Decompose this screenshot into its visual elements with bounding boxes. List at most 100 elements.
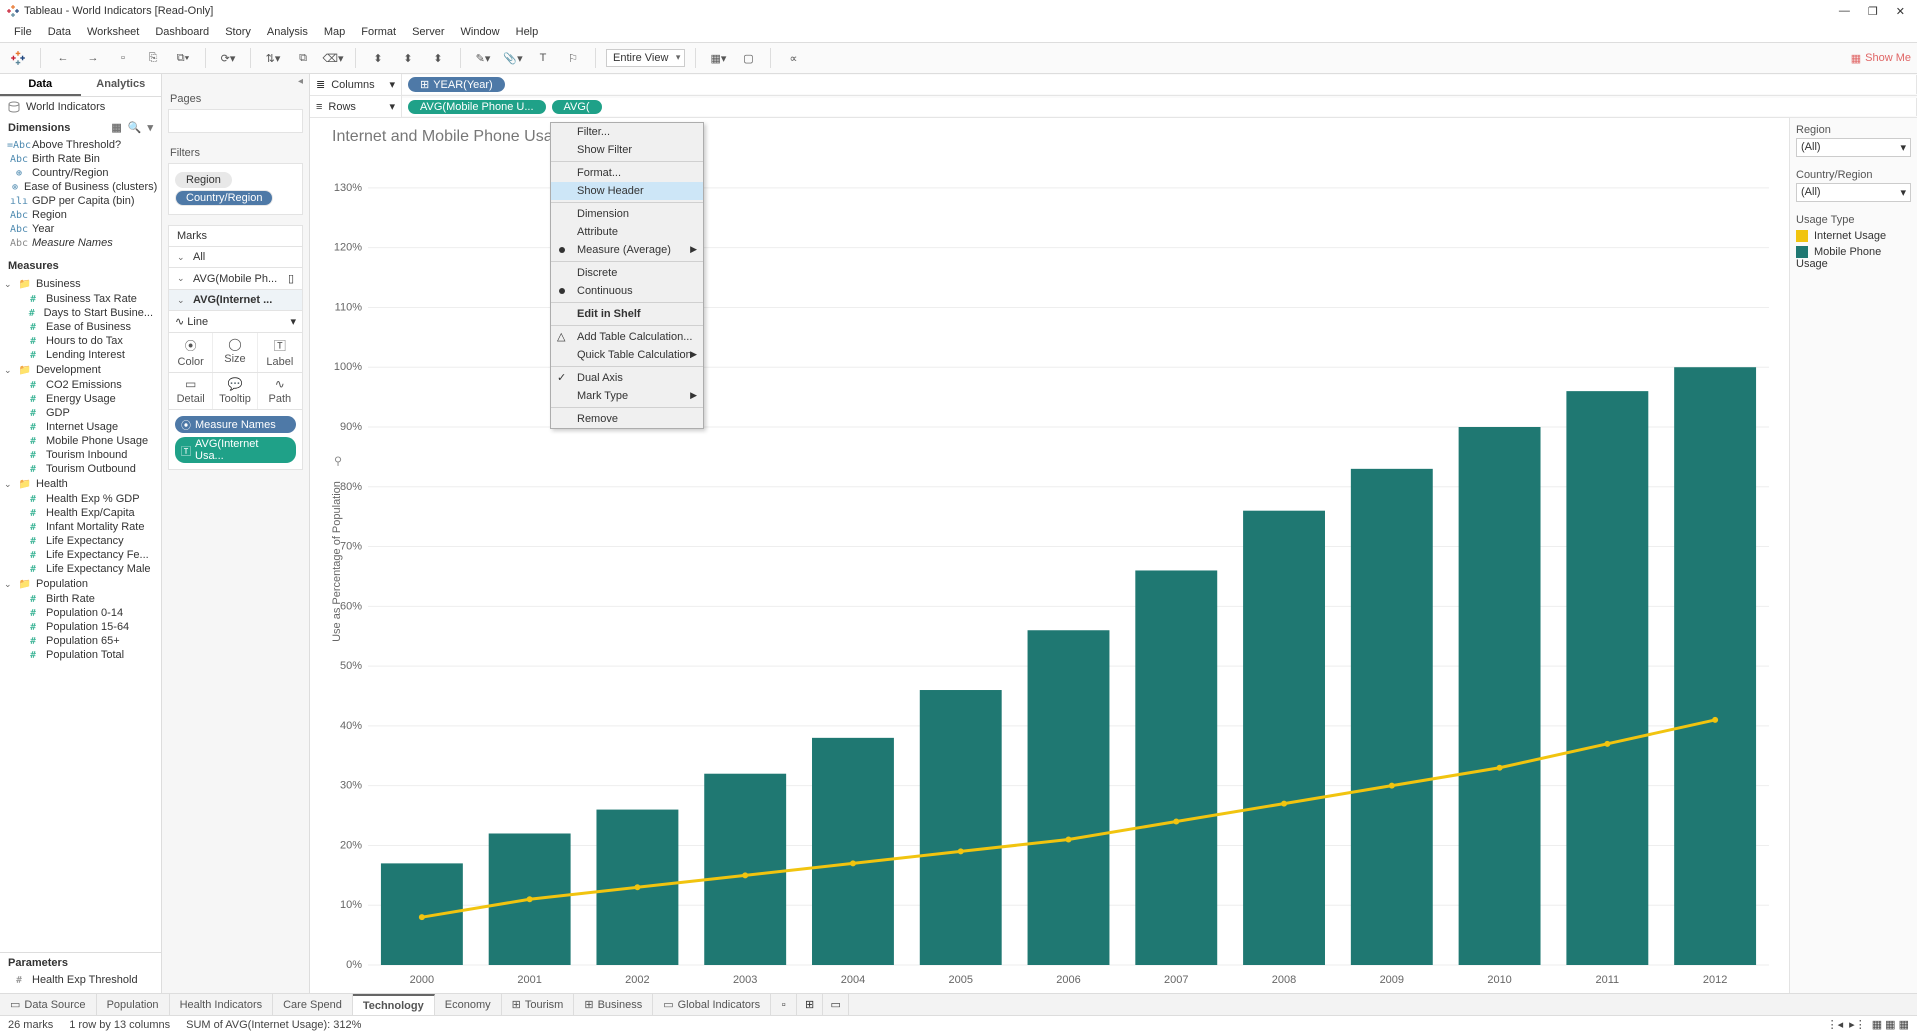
mark-pill-avg-internet[interactable]: 🅃AVG(Internet Usa... — [175, 437, 296, 463]
region-filter-select[interactable]: (All)▾ — [1796, 138, 1911, 157]
measure-health-exp-capita[interactable]: #Health Exp/Capita — [0, 506, 161, 520]
ctx-dual-axis[interactable]: ✓Dual Axis — [551, 369, 703, 387]
close-button[interactable]: ✕ — [1896, 5, 1905, 18]
menu-file[interactable]: File — [6, 24, 40, 40]
tab-care-spend[interactable]: Care Spend — [273, 994, 353, 1015]
ctx-edit-in-shelf[interactable]: Edit in Shelf — [551, 305, 703, 323]
rows-shelf[interactable]: ≡Rows▾ AVG(Mobile Phone U... AVG( — [310, 96, 1917, 118]
ctx-remove[interactable]: Remove — [551, 410, 703, 428]
new-sheet-button[interactable]: ▫ — [771, 994, 797, 1015]
dim-region[interactable]: AbcRegion — [0, 208, 161, 222]
redo-icon[interactable]: → — [81, 46, 105, 70]
menu-server[interactable]: Server — [404, 24, 452, 40]
ctx-show-header[interactable]: Show Header — [551, 182, 703, 200]
tab-health-indicators[interactable]: Health Indicators — [170, 994, 274, 1015]
menu-help[interactable]: Help — [508, 24, 547, 40]
filter-pill-country[interactable]: Country/Region — [175, 190, 296, 206]
datasource-row[interactable]: World Indicators — [0, 97, 161, 117]
pages-shelf[interactable] — [168, 109, 303, 133]
sort-asc-icon[interactable]: ⬍ — [366, 46, 390, 70]
row-pill-avg-internet[interactable]: AVG( — [552, 100, 602, 114]
tab-global-indicators[interactable]: ▭ Global Indicators — [653, 994, 771, 1015]
measure-life-expectancy[interactable]: #Life Expectancy — [0, 534, 161, 548]
menu-format[interactable]: Format — [353, 24, 404, 40]
tab-technology[interactable]: Technology — [353, 994, 435, 1015]
new-worksheet-icon[interactable]: ⧉▾ — [171, 46, 195, 70]
labels-icon[interactable]: T — [531, 46, 555, 70]
measure-mobile-phone-usage[interactable]: #Mobile Phone Usage — [0, 434, 161, 448]
ctx-attribute[interactable]: Attribute — [551, 223, 703, 241]
row-pill-avg-mobile[interactable]: AVG(Mobile Phone U... — [408, 100, 546, 114]
new-datasource-icon[interactable]: ⎘ — [141, 46, 165, 70]
measure-group-health[interactable]: ⌄📁Health — [0, 476, 161, 492]
new-story-button[interactable]: ▭ — [823, 994, 849, 1015]
measure-ease-of-business[interactable]: #Ease of Business — [0, 320, 161, 334]
refresh-icon[interactable]: ⟳▾ — [216, 46, 240, 70]
measure-group-development[interactable]: ⌄📁Development — [0, 362, 161, 378]
cards-icon[interactable]: ▦▾ — [706, 46, 730, 70]
chart-view[interactable]: 0%10%20%30%40%50%60%70%80%90%100%110%120… — [328, 152, 1779, 993]
marks-type-select[interactable]: ∿ Line▾ — [168, 311, 303, 333]
menu-data[interactable]: Data — [40, 24, 79, 40]
menu-analysis[interactable]: Analysis — [259, 24, 316, 40]
dim-ease-business[interactable]: ⊚Ease of Business (clusters) — [0, 180, 161, 194]
mark-pill-measure-names[interactable]: ⦿Measure Names — [175, 416, 296, 433]
save-icon[interactable]: ▫ — [111, 46, 135, 70]
measure-life-expectancy-male[interactable]: #Life Expectancy Male — [0, 562, 161, 576]
menu-map[interactable]: Map — [316, 24, 353, 40]
dim-country-region[interactable]: ⊕Country/Region — [0, 166, 161, 180]
ctx-add-table-calculation-[interactable]: △Add Table Calculation... — [551, 328, 703, 346]
marks-path-button[interactable]: ∿Path — [258, 373, 302, 409]
measure-population-15-64[interactable]: #Population 15-64 — [0, 620, 161, 634]
marks-label-button[interactable]: 🅃Label — [258, 333, 302, 372]
ctx-continuous[interactable]: Continuous — [551, 282, 703, 300]
share-icon[interactable]: ∝ — [781, 46, 805, 70]
marks-color-button[interactable]: ⦿Color — [169, 333, 213, 372]
measure-group-business[interactable]: ⌄📁Business — [0, 276, 161, 292]
measure-gdp[interactable]: #GDP — [0, 406, 161, 420]
maximize-button[interactable]: ❐ — [1868, 5, 1878, 18]
legend-internet[interactable]: Internet Usage — [1796, 228, 1911, 244]
marks-all-row[interactable]: ⌄All — [168, 247, 303, 268]
measure-days-to-start-busine-[interactable]: #Days to Start Busine... — [0, 306, 161, 320]
clear-icon[interactable]: ⌫▾ — [321, 46, 345, 70]
view-options-icon[interactable]: ▦ — [111, 121, 121, 134]
measure-population-65-[interactable]: #Population 65+ — [0, 634, 161, 648]
ctx-quick-table-calculation[interactable]: Quick Table Calculation▶ — [551, 346, 703, 364]
marks-detail-button[interactable]: ▭Detail — [169, 373, 213, 409]
measure-tourism-inbound[interactable]: #Tourism Inbound — [0, 448, 161, 462]
tab-population[interactable]: Population — [97, 994, 170, 1015]
filter-pill-region[interactable]: Region — [175, 172, 296, 188]
columns-shelf[interactable]: ≣Columns▾ ⊞YEAR(Year) — [310, 74, 1917, 96]
duplicate-icon[interactable]: ⧉ — [291, 46, 315, 70]
measure-population-total[interactable]: #Population Total — [0, 648, 161, 662]
collapse-pane-icon[interactable]: ◂ — [162, 74, 309, 89]
measure-hours-to-do-tax[interactable]: #Hours to do Tax — [0, 334, 161, 348]
swap-icon[interactable]: ⇅▾ — [261, 46, 285, 70]
new-dashboard-button[interactable]: ⊞ — [797, 994, 823, 1015]
marks-size-button[interactable]: ◯Size — [213, 333, 257, 372]
ctx-discrete[interactable]: Discrete — [551, 264, 703, 282]
measure-birth-rate[interactable]: #Birth Rate — [0, 592, 161, 606]
country-filter-select[interactable]: (All)▾ — [1796, 183, 1911, 202]
marks-tooltip-button[interactable]: 💬Tooltip — [213, 373, 257, 409]
menu-dashboard[interactable]: Dashboard — [147, 24, 217, 40]
status-nav-prev[interactable]: ⋮◂ — [1827, 1018, 1844, 1031]
undo-icon[interactable]: ← — [51, 46, 75, 70]
tableau-home-icon[interactable] — [6, 46, 30, 70]
menu-story[interactable]: Story — [217, 24, 259, 40]
ctx-format-[interactable]: Format... — [551, 164, 703, 182]
menu-icon[interactable]: ▾ — [147, 121, 153, 134]
param-health-exp-threshold[interactable]: #Health Exp Threshold — [0, 973, 161, 987]
dim-measure-names[interactable]: AbcMeasure Names — [0, 236, 161, 250]
menu-window[interactable]: Window — [453, 24, 508, 40]
presentation-icon[interactable]: ▢ — [736, 46, 760, 70]
tab-economy[interactable]: Economy — [435, 994, 502, 1015]
ctx-measure-average-[interactable]: Measure (Average)▶ — [551, 241, 703, 259]
dim-year[interactable]: AbcYear — [0, 222, 161, 236]
measure-energy-usage[interactable]: #Energy Usage — [0, 392, 161, 406]
marks-avg-internet-row[interactable]: ⌄AVG(Internet ... — [168, 290, 303, 311]
measure-group-population[interactable]: ⌄📁Population — [0, 576, 161, 592]
sort-desc-icon[interactable]: ⬍ — [396, 46, 420, 70]
pin-icon[interactable]: ⚐ — [561, 46, 585, 70]
